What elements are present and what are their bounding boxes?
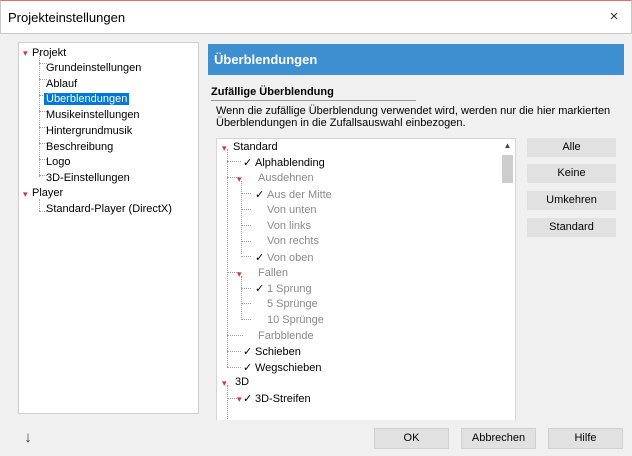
collapse-icon[interactable]: ▾ [23,190,28,199]
tree-connector [241,241,251,242]
tree-item-ablauf[interactable]: Ablauf [46,78,77,90]
description-text: Wenn die zufällige Überblendung verwende… [216,105,611,129]
list-item-schieben[interactable]: ✓ Schieben [243,345,301,358]
vertical-scrollbar[interactable]: ▲ ▼ [500,139,515,449]
tree-item-player[interactable]: Player [32,187,63,199]
tree-connector [241,256,251,257]
tree-connector [227,335,243,336]
collapse-icon[interactable]: ▾ [23,49,28,58]
checkmark-icon: ✓ [243,157,253,169]
panel-header: Überblendungen [208,44,624,75]
checkmark-icon: ✓ [243,362,253,374]
window-title: Projekteinstellungen [8,10,126,25]
transition-list[interactable]: ▾ Standard ✓ Alphablending ▾ Ausdehnen ✓ A… [216,138,516,450]
tree-connector [241,181,242,254]
ok-button[interactable]: OK [374,428,449,449]
collapse-icon[interactable]: ▾ [237,175,242,184]
list-item-farbblende[interactable]: Farbblende [258,330,314,342]
tree-connector [241,288,251,289]
tree-connector [241,303,251,304]
tree-connector [241,225,251,226]
tree-connector [227,351,241,352]
tree-connector [227,161,241,162]
navigation-tree[interactable]: ▾ Projekt Grundeinstellungen Ablauf Über… [18,42,199,414]
checkmark-icon: ✓ [243,346,253,358]
list-item-3d[interactable]: 3D [235,376,249,388]
tree-item-standard-player[interactable]: Standard-Player (DirectX) [46,203,172,215]
collapse-icon[interactable]: ▾ [237,270,242,279]
dialog-footer: ↓ OK Abbrechen Hilfe [0,420,632,456]
list-item-alphablending[interactable]: ✓ Alphablending [243,156,325,169]
arrow-down-icon[interactable]: ↓ [18,429,38,449]
tree-item-ueberblendungen[interactable]: Überblendungen [44,93,130,105]
checkmark-icon: ✓ [255,283,265,295]
list-item-von-links[interactable]: Von links [267,220,311,232]
settings-panel: Überblendungen Zufällige Überblendung We… [208,42,624,450]
checkmark-icon: ✓ [255,252,265,264]
group-title: Zufällige Überblendung [211,86,416,101]
list-item-3d-streifen[interactable]: ✓ 3D-Streifen [243,392,311,405]
checkmark-icon: ✓ [255,189,265,201]
tree-connector [241,193,251,194]
collapse-icon[interactable]: ▾ [222,379,227,388]
tree-item-musikeinstellungen[interactable]: Musikeinstellungen [46,109,140,121]
list-item-fallen[interactable]: Fallen [258,267,288,279]
tree-connector [39,199,40,211]
scroll-up-icon[interactable]: ▲ [500,139,515,153]
close-icon[interactable]: × [605,8,623,26]
alle-button[interactable]: Alle [527,138,616,157]
tree-item-grundeinstellungen[interactable]: Grundeinstellungen [46,62,141,74]
collapse-icon[interactable]: ▾ [222,144,227,153]
tree-item-beschreibung[interactable]: Beschreibung [46,141,113,153]
checkmark-icon: ✓ [243,393,253,405]
tree-item-hintergrundmusik[interactable]: Hintergrundmusik [46,125,132,137]
tree-connector [227,367,241,368]
tree-item-projekt[interactable]: Projekt [32,47,66,59]
list-item-von-oben[interactable]: ✓ Von oben [255,251,314,264]
list-item-wegschieben[interactable]: ✓ Wegschieben [243,361,321,374]
tree-connector [241,209,251,210]
standard-button[interactable]: Standard [527,218,616,237]
list-item-5-spruenge[interactable]: 5 Sprünge [267,298,318,310]
list-item-aus-der-mitte[interactable]: ✓ Aus der Mitte [255,188,332,201]
tree-item-3d-einstellungen[interactable]: 3D-Einstellungen [46,172,130,184]
list-item-10-spruenge[interactable]: 10 Sprünge [267,314,324,326]
tree-item-logo[interactable]: Logo [46,156,70,168]
tree-connector [241,319,251,320]
list-item-1-sprung[interactable]: ✓ 1 Sprung [255,282,312,295]
list-item-standard[interactable]: Standard [233,141,278,153]
tree-connector [241,276,242,320]
scroll-thumb[interactable] [502,155,513,183]
list-item-von-unten[interactable]: Von unten [267,204,317,216]
title-bar: Projekteinstellungen × [0,0,632,34]
umkehren-button[interactable]: Umkehren [527,191,616,210]
list-item-ausdehnen[interactable]: Ausdehnen [258,172,314,184]
collapse-icon[interactable]: ▾ [237,395,242,404]
list-item-von-rechts[interactable]: Von rechts [267,235,319,247]
cancel-button[interactable]: Abbrechen [461,428,536,449]
keine-button[interactable]: Keine [527,164,616,183]
help-button[interactable]: Hilfe [548,428,623,449]
